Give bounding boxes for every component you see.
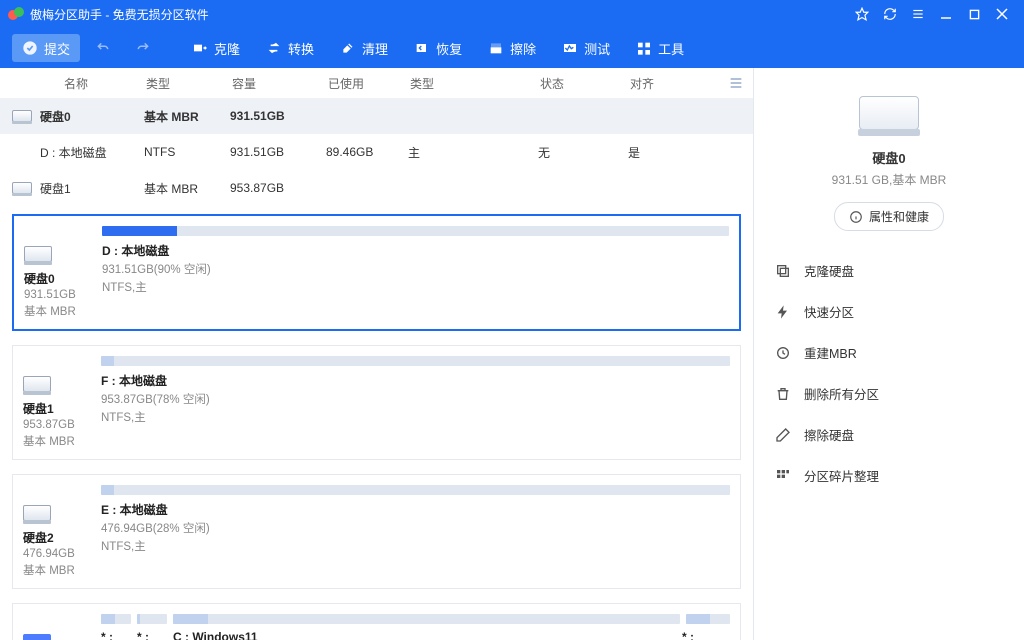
col-type2: 类型: [398, 75, 528, 92]
app-logo: [8, 6, 24, 22]
disk-card-2[interactable]: 硬盘2 476.94GB 基本 MBR E : 本地磁盘 476.94GB(28…: [12, 474, 741, 589]
action-rebuild-mbr[interactable]: 重建MBR: [772, 339, 1006, 366]
action-wipe-disk[interactable]: 擦除硬盘: [772, 421, 1006, 448]
convert-button[interactable]: 转换: [256, 34, 324, 62]
col-align: 对齐: [618, 75, 678, 92]
table-row-disk1[interactable]: 硬盘1 基本 MBR 953.87GB: [0, 170, 753, 206]
health-button[interactable]: 属性和健康: [834, 202, 944, 231]
wipe-button[interactable]: 擦除: [478, 34, 546, 62]
side-disk-name: 硬盘0: [872, 148, 905, 167]
refresh-button[interactable]: [876, 0, 904, 28]
action-defrag[interactable]: 分区碎片整理: [772, 462, 1006, 489]
view-toggle-button[interactable]: [719, 68, 753, 98]
eraser-icon: [774, 426, 792, 444]
table-row-part-d[interactable]: D : 本地磁盘 NTFS 931.51GB 89.46GB 主 无 是: [0, 134, 753, 170]
maximize-button[interactable]: [960, 0, 988, 28]
col-used: 已使用: [316, 75, 398, 92]
drive-icon: [859, 96, 919, 130]
table-header: 名称 类型 容量 已使用 类型 状态 对齐: [0, 68, 753, 98]
main-toolbar: 提交 克隆 转换 清理 恢复 擦除 测试 工具: [0, 28, 1024, 68]
side-disk-info: 931.51 GB,基本 MBR: [832, 171, 947, 188]
col-name: 名称: [6, 75, 134, 92]
redo-button[interactable]: [126, 34, 160, 62]
disk-table: 硬盘0 基本 MBR 931.51GB D : 本地磁盘 NTFS 931.51…: [0, 98, 753, 206]
info-icon: [849, 210, 863, 224]
disk-icon: [12, 110, 32, 122]
col-type: 类型: [134, 75, 220, 92]
tools-button[interactable]: 工具: [626, 34, 694, 62]
test-button[interactable]: 测试: [552, 34, 620, 62]
copy-icon: [774, 262, 792, 280]
menu-button[interactable]: [904, 0, 932, 28]
disk-icon: [23, 376, 51, 392]
grid-icon: [774, 467, 792, 485]
disk-card-0[interactable]: 硬盘0 931.51GB 基本 MBR D : 本地磁盘 931.51GB(90…: [12, 214, 741, 331]
disk-icon: [23, 505, 51, 521]
trash-icon: [774, 385, 792, 403]
cleanup-button[interactable]: 清理: [330, 34, 398, 62]
action-delete-all[interactable]: 删除所有分区: [772, 380, 1006, 407]
minimize-button[interactable]: [932, 0, 960, 28]
titlebar: 傲梅分区助手 - 免费无损分区软件: [0, 0, 1024, 28]
main-panel: 名称 类型 容量 已使用 类型 状态 对齐 硬盘0 基本 MBR 931.51G…: [0, 68, 754, 640]
disk-card-1[interactable]: 硬盘1 953.87GB 基本 MBR F : 本地磁盘 953.87GB(78…: [12, 345, 741, 460]
side-panel: 硬盘0 931.51 GB,基本 MBR 属性和健康 克隆硬盘 快速分区 重建M…: [754, 68, 1024, 640]
disk-card-3[interactable]: 硬盘3 238.47GB 基本 GPT * :300...FAT... * :1…: [12, 603, 741, 640]
col-status: 状态: [528, 75, 618, 92]
clone-button[interactable]: 克隆: [182, 34, 250, 62]
disk-icon: [12, 182, 32, 194]
window-title: 傲梅分区助手 - 免费无损分区软件: [30, 6, 848, 23]
rebuild-icon: [774, 344, 792, 362]
recover-button[interactable]: 恢复: [404, 34, 472, 62]
col-size: 容量: [220, 75, 316, 92]
action-quick-partition[interactable]: 快速分区: [772, 298, 1006, 325]
bolt-icon: [774, 303, 792, 321]
action-clone-disk[interactable]: 克隆硬盘: [772, 257, 1006, 284]
disk-icon: [24, 246, 52, 262]
close-button[interactable]: [988, 0, 1016, 28]
disk-cards: 硬盘0 931.51GB 基本 MBR D : 本地磁盘 931.51GB(90…: [0, 206, 753, 640]
favorite-button[interactable]: [848, 0, 876, 28]
table-row-disk0[interactable]: 硬盘0 基本 MBR 931.51GB: [0, 98, 753, 134]
disk-icon: [23, 634, 51, 640]
submit-button[interactable]: 提交: [12, 34, 80, 62]
undo-button[interactable]: [86, 34, 120, 62]
